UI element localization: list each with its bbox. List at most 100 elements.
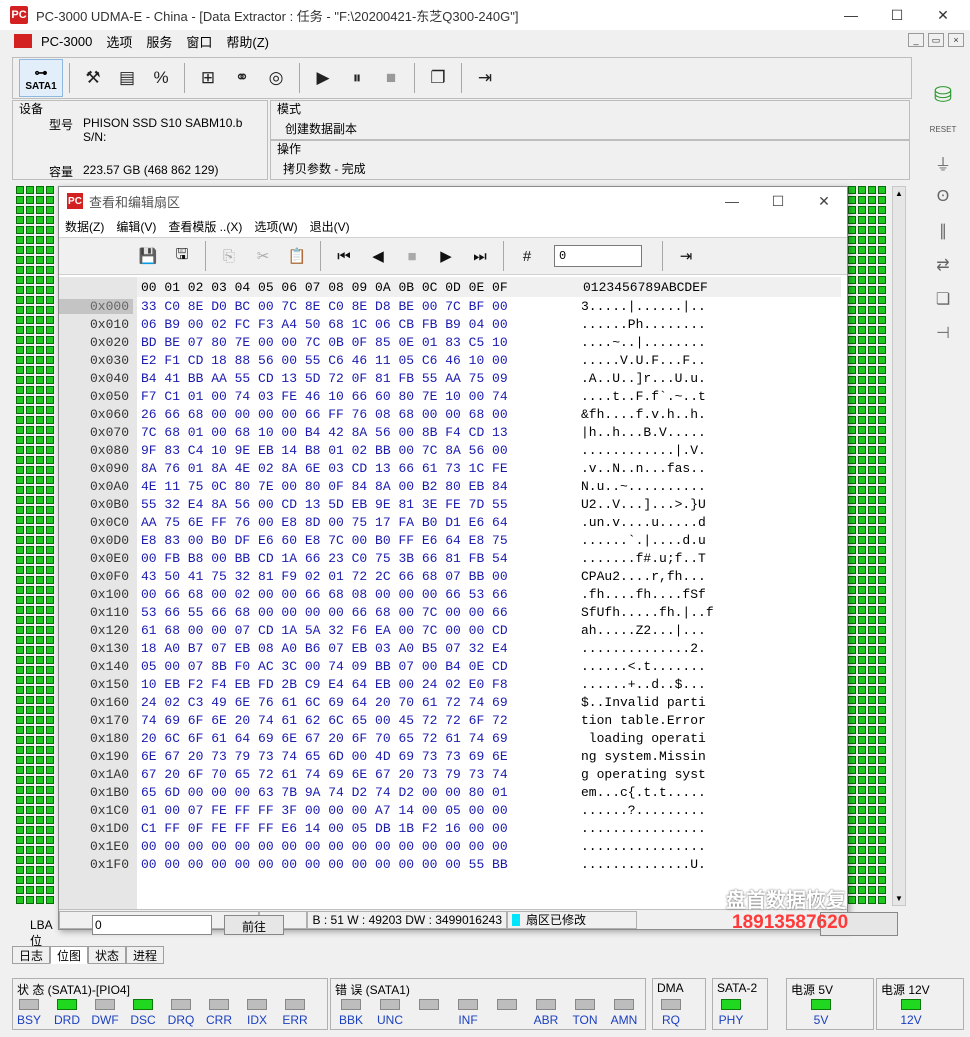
hex-row-ascii[interactable]: ................ xyxy=(581,839,706,854)
hex-row-bytes[interactable]: 53 66 55 66 68 00 00 00 00 66 68 00 7C 0… xyxy=(141,605,577,620)
stop-icon[interactable]: ■ xyxy=(395,241,429,271)
exit-icon[interactable]: ⇥ xyxy=(468,61,502,95)
tab-bitmap[interactable]: 位图 xyxy=(50,946,89,964)
close-button[interactable]: ✕ xyxy=(920,0,966,30)
windows-icon[interactable]: ❐ xyxy=(421,61,455,95)
hex-row-ascii[interactable]: CPAu2....r,fh... xyxy=(581,569,706,584)
hex-row[interactable]: 0x1D0 C1 FF 0F FE FF FF E6 14 00 05 DB 1B… xyxy=(59,819,706,837)
hex-row-ascii[interactable]: ......?......... xyxy=(581,803,706,818)
hex-row-ascii[interactable]: .....V.U.F...F.. xyxy=(581,353,706,368)
dialog-minimize-button[interactable]: — xyxy=(709,187,755,215)
hex-row-ascii[interactable]: &fh....f.v.h..h. xyxy=(581,407,706,422)
minimize-button[interactable]: — xyxy=(828,0,874,30)
menu-window[interactable]: 窗口 xyxy=(179,32,219,51)
hex-row-bytes[interactable]: 9F 83 C4 10 9E EB 14 B8 01 02 BB 00 7C 8… xyxy=(141,443,577,458)
hex-row-ascii[interactable]: tion table.Error xyxy=(581,713,706,728)
hex-row-ascii[interactable]: |h..h...B.V..... xyxy=(581,425,706,440)
hex-row-ascii[interactable]: ....~..|........ xyxy=(581,335,706,350)
connector-icon[interactable]: ⊣ xyxy=(926,316,960,350)
hex-row-ascii[interactable]: ..............U. xyxy=(581,857,706,872)
hex-row-bytes[interactable]: 00 66 68 00 02 00 00 66 68 08 00 00 00 6… xyxy=(141,587,577,602)
hex-row[interactable]: 0x1E0 00 00 00 00 00 00 00 00 00 00 00 00… xyxy=(59,837,706,855)
dialog-menu-data[interactable]: 数据(Z) xyxy=(59,218,110,235)
hex-row-bytes[interactable]: 55 32 E4 8A 56 00 CD 13 5D EB 9E 81 3E F… xyxy=(141,497,577,512)
maximize-button[interactable]: ☐ xyxy=(874,0,920,30)
hex-row-ascii[interactable]: g operating syst xyxy=(581,767,706,782)
offset-input[interactable] xyxy=(554,245,642,267)
hex-row-bytes[interactable]: 26 66 68 00 00 00 00 66 FF 76 08 68 00 0… xyxy=(141,407,577,422)
hex-row-bytes[interactable]: 65 6D 00 00 00 63 7B 9A 74 D2 74 D2 00 0… xyxy=(141,785,577,800)
sata-port-button[interactable]: ⊶ SATA1 xyxy=(19,59,63,97)
tab-process[interactable]: 进程 xyxy=(126,946,165,964)
hex-row-bytes[interactable]: C1 FF 0F FE FF FF E6 14 00 05 DB 1B F2 1… xyxy=(141,821,577,836)
hex-row-bytes[interactable]: 00 00 00 00 00 00 00 00 00 00 00 00 00 0… xyxy=(141,857,577,872)
hex-row-bytes[interactable]: 06 B9 00 02 FC F3 A4 50 68 1C 06 CB FB B… xyxy=(141,317,577,332)
last-sector-icon[interactable]: ⏭ xyxy=(463,241,497,271)
hex-row-bytes[interactable]: 05 00 07 8B F0 AC 3C 00 74 09 BB 07 00 B… xyxy=(141,659,577,674)
hex-row-bytes[interactable]: 7C 68 01 00 68 10 00 B4 42 8A 56 00 8B F… xyxy=(141,425,577,440)
hex-row[interactable]: 0x030 E2 F1 CD 18 88 56 00 55 C6 46 11 05… xyxy=(59,351,706,369)
hex-row-ascii[interactable]: em...c{.t.t..... xyxy=(581,785,706,800)
power-drive-icon[interactable]: ⛁ xyxy=(926,78,960,112)
hex-row[interactable]: 0x020 BD BE 07 80 7E 00 00 7C 0B 0F 85 0E… xyxy=(59,333,706,351)
hex-row[interactable]: 0x160 24 02 C3 49 6E 76 61 6C 69 64 20 70… xyxy=(59,693,706,711)
copy-icon[interactable]: ❏ xyxy=(926,282,960,316)
hex-row-bytes[interactable]: 20 6C 6F 61 64 69 6E 67 20 6F 70 65 72 6… xyxy=(141,731,577,746)
hex-row-bytes[interactable]: 74 69 6F 6E 20 74 61 62 6C 65 00 45 72 7… xyxy=(141,713,577,728)
hex-row-bytes[interactable]: 61 68 00 00 07 CD 1A 5A 32 F6 EA 00 7C 0… xyxy=(141,623,577,638)
cut-icon[interactable]: ✂ xyxy=(246,241,280,271)
dialog-maximize-button[interactable]: ☐ xyxy=(755,187,801,215)
stop-icon[interactable]: ■ xyxy=(374,61,408,95)
hex-row[interactable]: 0x100 00 66 68 00 02 00 00 66 68 08 00 00… xyxy=(59,585,706,603)
dialog-menu-view-template[interactable]: 查看模版 ..(X) xyxy=(162,218,248,235)
hex-row[interactable]: 0x180 20 6C 6F 61 64 69 6E 67 20 6F 70 65… xyxy=(59,729,706,747)
mdi-restore-button[interactable]: ▭ xyxy=(928,33,944,47)
mdi-close-button[interactable]: × xyxy=(948,33,964,47)
tools-icon[interactable]: ⚒ xyxy=(76,61,110,95)
hex-row-ascii[interactable]: $..Invalid parti xyxy=(581,695,706,710)
lba-input[interactable]: 0 xyxy=(92,915,212,935)
hex-row-bytes[interactable]: E8 83 00 B0 DF E6 60 E8 7C 00 B0 FF E6 6… xyxy=(141,533,577,548)
binoculars-icon[interactable]: ⚭ xyxy=(225,61,259,95)
hex-row-bytes[interactable]: B4 41 BB AA 55 CD 13 5D 72 0F 81 FB 55 A… xyxy=(141,371,577,386)
hex-row[interactable]: 0x140 05 00 07 8B F0 AC 3C 00 74 09 BB 07… xyxy=(59,657,706,675)
scroll-icon[interactable]: ▤ xyxy=(110,61,144,95)
first-sector-icon[interactable]: ⏮ xyxy=(327,241,361,271)
scroll-down-icon[interactable]: ▼ xyxy=(895,894,903,903)
hex-row-bytes[interactable]: 00 00 00 00 00 00 00 00 00 00 00 00 00 0… xyxy=(141,839,577,854)
hex-row[interactable]: 0x120 61 68 00 00 07 CD 1A 5A 32 F6 EA 00… xyxy=(59,621,706,639)
map-scrollbar[interactable]: ▲ ▼ xyxy=(892,186,906,906)
hex-row[interactable]: 0x110 53 66 55 66 68 00 00 00 00 66 68 00… xyxy=(59,603,714,621)
hex-row-ascii[interactable]: ah.....Z2...|... xyxy=(581,623,706,638)
hex-view[interactable]: 0x000 33 C0 8E D0 BC 00 7C 8E C0 8E D8 BE… xyxy=(59,297,847,909)
menu-help[interactable]: 帮助(Z) xyxy=(219,32,276,51)
hex-row-ascii[interactable]: ng system.Missin xyxy=(581,749,706,764)
hex-row[interactable]: 0x1B0 65 6D 00 00 00 63 7B 9A 74 D2 74 D2… xyxy=(59,783,706,801)
copy-icon[interactable]: ⎘ xyxy=(212,241,246,271)
hex-row-bytes[interactable]: 01 00 07 FE FF FF 3F 00 00 00 A7 14 00 0… xyxy=(141,803,577,818)
hex-row-ascii[interactable]: ................ xyxy=(581,821,706,836)
hex-row-bytes[interactable]: BD BE 07 80 7E 00 00 7C 0B 0F 85 0E 01 8… xyxy=(141,335,577,350)
hex-row-ascii[interactable]: .A..U..]r...U.u. xyxy=(581,371,706,386)
menu-options[interactable]: 选项 xyxy=(99,32,139,51)
hex-row[interactable]: 0x1F0 00 00 00 00 00 00 00 00 00 00 00 00… xyxy=(59,855,706,873)
hex-row-ascii[interactable]: ......`.|....d.u xyxy=(581,533,706,548)
hex-row[interactable]: 0x170 74 69 6F 6E 20 74 61 62 6C 65 00 45… xyxy=(59,711,706,729)
tab-log[interactable]: 日志 xyxy=(12,946,51,964)
hex-row-ascii[interactable]: ......<.t....... xyxy=(581,659,706,674)
hex-row[interactable]: 0x010 06 B9 00 02 FC F3 A4 50 68 1C 06 CB… xyxy=(59,315,706,333)
hex-row[interactable]: 0x0F0 43 50 41 75 32 81 F9 02 01 72 2C 66… xyxy=(59,567,706,585)
menu-service[interactable]: 服务 xyxy=(139,32,179,51)
hex-row-ascii[interactable]: ............|.V. xyxy=(581,443,706,458)
dialog-menu-exit[interactable]: 退出(V) xyxy=(304,218,356,235)
exit-icon[interactable]: ⇥ xyxy=(669,241,703,271)
hex-row-ascii[interactable]: SfUfh.....fh.|..f xyxy=(581,605,714,620)
tab-status[interactable]: 状态 xyxy=(88,946,127,964)
hex-row[interactable]: 0x1C0 01 00 07 FE FF FF 3F 00 00 00 A7 14… xyxy=(59,801,706,819)
hex-row[interactable]: 0x040 B4 41 BB AA 55 CD 13 5D 72 0F 81 FB… xyxy=(59,369,706,387)
reset-button[interactable]: RESET xyxy=(926,112,960,146)
hex-row-ascii[interactable]: .un.v....u.....d xyxy=(581,515,706,530)
hex-row-bytes[interactable]: 24 02 C3 49 6E 76 61 6C 69 64 20 70 61 7… xyxy=(141,695,577,710)
hex-row-ascii[interactable]: U2..V...]...>.}U xyxy=(581,497,706,512)
menu-pc3000[interactable]: PC-3000 xyxy=(34,34,99,49)
